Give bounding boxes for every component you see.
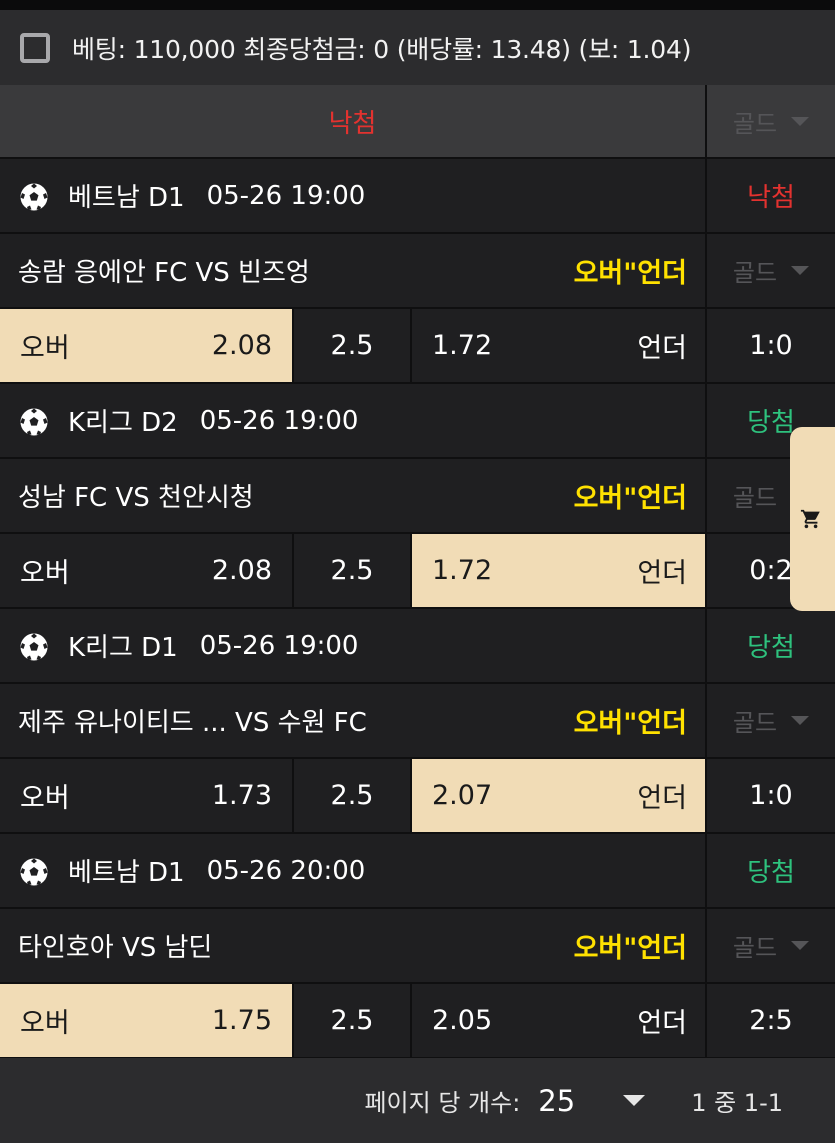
- gold-dropdown[interactable]: 골드: [707, 234, 835, 307]
- match-time: 05-26 19:00: [206, 180, 366, 211]
- handicap-line: 2.5: [330, 555, 374, 586]
- final-score: 1:0: [749, 330, 793, 361]
- result-badge: 당첨: [747, 633, 795, 663]
- overall-status: 낙첨: [328, 108, 377, 139]
- over-label: 오버: [20, 558, 70, 589]
- over-label: 오버: [20, 333, 70, 364]
- under-label: 언더: [637, 1008, 687, 1039]
- gold-dropdown-label: 골드: [732, 259, 778, 287]
- pagination-footer: 페이지 당 개수: 25 1 중 1-1: [0, 1058, 835, 1143]
- match-row: 송람 응에안 FC VS 빈즈엉 오버"언더 골드: [0, 234, 835, 309]
- gold-dropdown[interactable]: 골드: [707, 684, 835, 757]
- match-teams: 송람 응에안 FC VS 빈즈엉: [18, 258, 310, 288]
- league-row: K리그 D2 05-26 19:00 당첨: [0, 384, 835, 459]
- over-odds-button[interactable]: 오버 2.08: [0, 534, 292, 607]
- match-teams: 제주 유나이티드 ... VS 수원 FC: [18, 708, 367, 738]
- soccer-ball-icon: [18, 631, 50, 663]
- result-badge: 낙첨: [747, 183, 795, 213]
- match-time: 05-26 19:00: [199, 405, 359, 436]
- handicap-line: 2.5: [330, 330, 374, 361]
- per-page-select[interactable]: 25: [538, 1084, 575, 1118]
- over-label: 오버: [20, 1008, 70, 1039]
- page-range: 1 중 1-1: [691, 1089, 783, 1117]
- bet-summary-header: 베팅: 110,000 최종당첨금: 0 (배당률: 13.48) (보: 1.…: [0, 0, 835, 85]
- over-odds: 2.08: [211, 330, 272, 361]
- market-type: 오버"언더: [573, 933, 687, 964]
- under-odds-button[interactable]: 2.05 언더: [412, 984, 705, 1057]
- league-row: 베트남 D1 05-26 20:00 당첨: [0, 834, 835, 909]
- select-checkbox[interactable]: [20, 32, 50, 63]
- under-odds-button[interactable]: 2.07 언더: [412, 759, 705, 832]
- over-odds: 1.73: [211, 780, 272, 811]
- under-label: 언더: [637, 333, 687, 364]
- market-type: 오버"언더: [573, 708, 687, 739]
- soccer-ball-icon: [18, 856, 50, 888]
- league-name: 베트남 D1: [68, 858, 185, 888]
- under-odds-button[interactable]: 1.72 언더: [412, 309, 705, 382]
- over-odds-button[interactable]: 오버 1.75: [0, 984, 292, 1057]
- over-label: 오버: [20, 783, 70, 814]
- league-row: 베트남 D1 05-26 19:00 낙첨: [0, 159, 835, 234]
- soccer-ball-icon: [18, 181, 50, 213]
- odds-row: 오버 1.75 2.5 2.05 언더 2:5: [0, 984, 835, 1059]
- under-odds: 2.05: [432, 1005, 493, 1036]
- match-row: 타인호아 VS 남딘 오버"언더 골드: [0, 909, 835, 984]
- league-row: K리그 D1 05-26 19:00 당첨: [0, 609, 835, 684]
- league-name: K리그 D1: [68, 633, 178, 663]
- match-teams: 성남 FC VS 천안시청: [18, 483, 254, 513]
- match-teams: 타인호아 VS 남딘: [18, 933, 213, 963]
- league-name: K리그 D2: [68, 408, 178, 438]
- league-name: 베트남 D1: [68, 183, 185, 213]
- under-odds-button[interactable]: 1.72 언더: [412, 534, 705, 607]
- chevron-down-icon: [791, 716, 810, 725]
- gold-dropdown[interactable]: 골드: [707, 909, 835, 982]
- odds-row: 오버 1.73 2.5 2.07 언더 1:0: [0, 759, 835, 834]
- handicap-line: 2.5: [330, 780, 374, 811]
- gold-dropdown-label: 골드: [732, 109, 778, 138]
- market-type: 오버"언더: [573, 258, 687, 289]
- match-row: 제주 유나이티드 ... VS 수원 FC 오버"언더 골드: [0, 684, 835, 759]
- gold-dropdown-label: 골드: [732, 709, 778, 737]
- under-label: 언더: [637, 558, 687, 589]
- under-odds: 1.72: [432, 330, 493, 361]
- final-score: 1:0: [749, 780, 793, 811]
- gold-dropdown-label: 골드: [732, 934, 778, 962]
- bet-summary-text: 베팅: 110,000 최종당첨금: 0 (배당률: 13.48) (보: 1.…: [72, 34, 692, 64]
- under-odds: 2.07: [432, 780, 493, 811]
- soccer-ball-icon: [18, 406, 50, 438]
- over-odds-button[interactable]: 오버 1.73: [0, 759, 292, 832]
- gold-dropdown[interactable]: 골드: [707, 85, 835, 157]
- final-score: 2:5: [749, 1005, 793, 1036]
- result-badge: 당첨: [747, 858, 795, 888]
- per-page-label: 페이지 당 개수:: [364, 1089, 521, 1117]
- cart-icon: [800, 509, 820, 529]
- under-odds: 1.72: [432, 555, 493, 586]
- gold-dropdown-label: 골드: [732, 484, 778, 512]
- over-odds: 1.75: [211, 1005, 272, 1036]
- over-odds: 2.08: [211, 555, 272, 586]
- chevron-down-icon: [791, 116, 810, 126]
- market-type: 오버"언더: [573, 483, 687, 514]
- odds-row: 오버 2.08 2.5 1.72 언더 1:0: [0, 309, 835, 384]
- bet-slip-tab[interactable]: [790, 427, 835, 611]
- chevron-down-icon: [791, 941, 810, 950]
- match-time: 05-26 19:00: [199, 630, 359, 661]
- over-odds-button[interactable]: 오버 2.08: [0, 309, 292, 382]
- under-label: 언더: [637, 783, 687, 814]
- chevron-down-icon[interactable]: [623, 1095, 646, 1106]
- handicap-line: 2.5: [330, 1005, 374, 1036]
- bet-status-row: 낙첨 골드: [0, 85, 835, 159]
- chevron-down-icon: [791, 266, 810, 275]
- odds-row: 오버 2.08 2.5 1.72 언더 0:2: [0, 534, 835, 609]
- match-row: 성남 FC VS 천안시청 오버"언더 골드: [0, 459, 835, 534]
- match-time: 05-26 20:00: [206, 855, 366, 886]
